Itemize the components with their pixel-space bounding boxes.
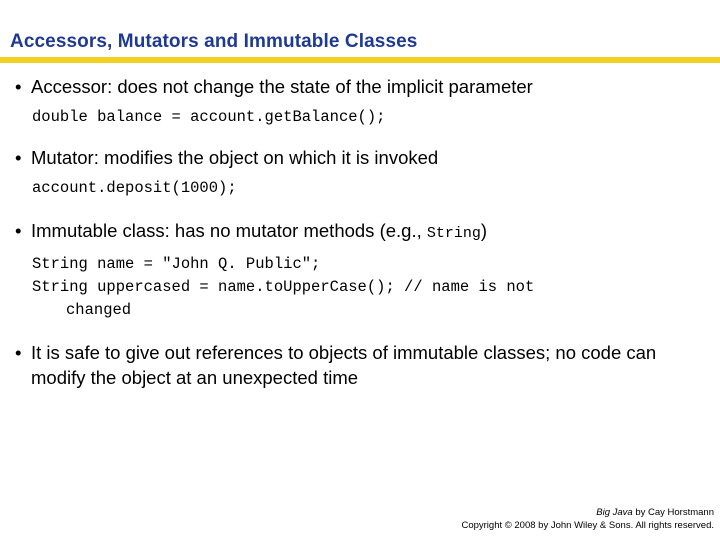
code-mutator: account.deposit(1000); <box>32 179 237 197</box>
page-title: Accessors, Mutators and Immutable Classe… <box>10 31 418 52</box>
code-immutable-line2: String uppercased = name.toUpperCase(); … <box>0 276 720 322</box>
slide-body: • Accessor: does not change the state of… <box>0 74 720 390</box>
code-immutable-line2-text: String uppercased = name.toUpperCase(); … <box>32 278 535 296</box>
bullet-marker-icon: • <box>15 220 22 241</box>
code-accessor: double balance = account.getBalance(); <box>32 108 386 126</box>
footer-book-title: Big Java <box>596 507 633 518</box>
inline-code-string: String <box>426 225 481 242</box>
bullet-marker-icon: • <box>15 342 22 363</box>
bullet-label-safe-references: It is safe to give out references to obj… <box>31 342 657 388</box>
bullet-marker-icon: • <box>15 76 22 97</box>
code-immutable-line2-wrap: changed <box>66 301 132 319</box>
slide: Accessors, Mutators and Immutable Classe… <box>0 0 720 540</box>
footer-book-line: Big Java by Cay Horstmann <box>461 506 714 519</box>
footer-copyright: Copyright © 2008 by John Wiley & Sons. A… <box>461 520 714 531</box>
footer-byline: by Cay Horstmann <box>632 507 714 518</box>
bullet-item-accessor: • Accessor: does not change the state of… <box>0 74 706 99</box>
bullet-label-mutator: Mutator: modifies the object on which it… <box>31 147 439 168</box>
title-divider <box>0 57 720 63</box>
bullet-label-immutable-after: ) <box>480 220 488 241</box>
bullet-item-immutable-class: • Immutable class: has no mutator method… <box>0 218 706 246</box>
code-immutable-line1: String name = "John Q. Public"; <box>32 255 321 273</box>
bullet-label-immutable-before: Immutable class: has no mutator methods … <box>31 220 427 241</box>
footer-attribution: Big Java by Cay Horstmann Copyright © 20… <box>461 506 714 532</box>
bullet-item-mutator: • Mutator: modifies the object on which … <box>0 145 706 170</box>
bullet-label-accessor: Accessor: does not change the state of t… <box>31 76 533 97</box>
bullet-marker-icon: • <box>15 147 22 168</box>
bullet-item-safe-references: • It is safe to give out references to o… <box>0 340 706 390</box>
